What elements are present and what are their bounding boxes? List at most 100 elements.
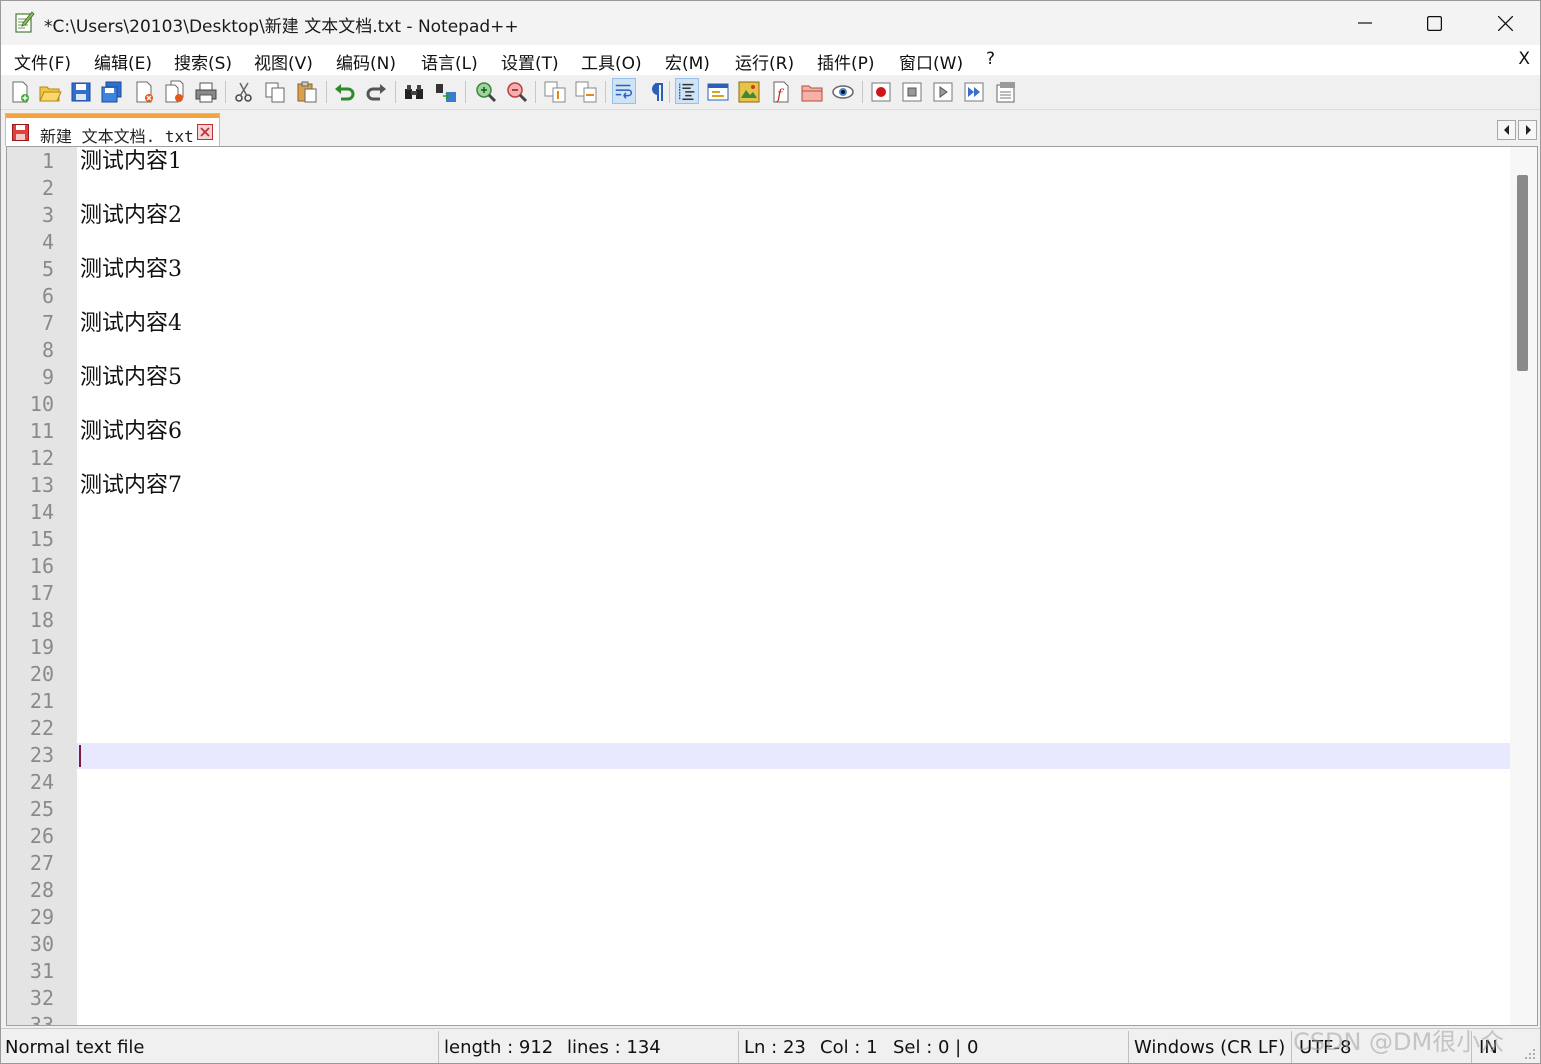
folder-workspace-icon[interactable]: [800, 80, 824, 104]
maximize-button[interactable]: [1399, 1, 1469, 45]
line-number: 4: [41, 230, 54, 254]
print-icon[interactable]: [194, 80, 218, 104]
line-number: 29: [29, 905, 54, 929]
line-number: 27: [29, 851, 54, 875]
line-number: 1: [41, 149, 54, 173]
play-macro-icon[interactable]: [931, 80, 955, 104]
sync-vertical-icon[interactable]: [543, 80, 567, 104]
unsaved-file-icon: [12, 124, 29, 141]
cut-icon[interactable]: [232, 80, 256, 104]
show-all-chars-icon[interactable]: [644, 80, 668, 104]
text-caret: [79, 745, 81, 767]
stop-record-icon[interactable]: [900, 80, 924, 104]
toolbar: f: [1, 75, 1540, 110]
scrollbar-thumb[interactable]: [1517, 175, 1528, 371]
menu-macro[interactable]: 宏(M): [665, 49, 710, 74]
line-number: 21: [29, 689, 54, 713]
menu-tools[interactable]: 工具(O): [581, 49, 642, 74]
text-editor[interactable]: 1 2 3 4 5 6 7 8 9 10 11 12 13 14 15 16 1…: [6, 146, 1538, 1026]
line-number: 3: [41, 203, 54, 227]
save-macro-icon[interactable]: [994, 80, 1018, 104]
menu-encoding[interactable]: 编码(N): [336, 49, 396, 74]
record-macro-icon[interactable]: [869, 80, 893, 104]
menu-language[interactable]: 语言(L): [421, 49, 478, 74]
save-all-icon[interactable]: [100, 80, 124, 104]
undo-icon[interactable]: [333, 80, 357, 104]
paste-icon[interactable]: [295, 80, 319, 104]
tab-close-icon[interactable]: [197, 124, 213, 140]
tab-bar: 新建 文本文档. txt: [1, 110, 1540, 146]
udl-icon[interactable]: [706, 80, 730, 104]
toolbar-separator: [535, 81, 536, 103]
replace-icon[interactable]: [434, 80, 458, 104]
tab-scroll-left-button[interactable]: [1497, 120, 1516, 140]
toolbar-separator: [225, 81, 226, 103]
status-divider: [738, 1031, 739, 1063]
line-number: 8: [41, 338, 54, 362]
line-number: 15: [29, 527, 54, 551]
toolbar-separator: [395, 81, 396, 103]
doc-map-icon[interactable]: [737, 80, 761, 104]
minimize-icon: [1358, 22, 1372, 24]
resize-grip-icon[interactable]: [1524, 1048, 1536, 1060]
line-number: 22: [29, 716, 54, 740]
menu-run[interactable]: 运行(R): [735, 49, 794, 74]
menu-view[interactable]: 视图(V): [254, 49, 313, 74]
code-line: 测试内容6: [80, 419, 182, 444]
menu-help[interactable]: ?: [986, 49, 995, 69]
save-icon[interactable]: [69, 80, 93, 104]
line-number: 28: [29, 878, 54, 902]
line-number: 2: [41, 176, 54, 200]
title-bar[interactable]: *C:\Users\20103\Desktop\新建 文本文档.txt - No…: [1, 1, 1540, 45]
minimize-button[interactable]: [1330, 1, 1400, 45]
close-all-icon[interactable]: [163, 80, 187, 104]
status-column: Col : 1: [820, 1037, 878, 1058]
menu-settings[interactable]: 设置(T): [501, 49, 559, 74]
tab-active-indicator: [6, 114, 219, 118]
status-selection: Sel : 0 | 0: [893, 1037, 979, 1058]
close-document-button[interactable]: X: [1518, 49, 1530, 69]
close-window-button[interactable]: [1470, 1, 1540, 45]
tab-document[interactable]: 新建 文本文档. txt: [5, 113, 220, 146]
maximize-icon: [1426, 15, 1442, 31]
menu-window[interactable]: 窗口(W): [899, 49, 963, 74]
sync-horizontal-icon[interactable]: [574, 80, 598, 104]
line-number: 18: [29, 608, 54, 632]
word-wrap-icon[interactable]: [612, 78, 636, 104]
line-number: 7: [41, 311, 54, 335]
open-file-icon[interactable]: [38, 80, 62, 104]
close-icon[interactable]: [132, 80, 156, 104]
line-number: 14: [29, 500, 54, 524]
tab-label: 新建 文本文档. txt: [40, 127, 194, 146]
line-number: 5: [41, 257, 54, 281]
zoom-out-icon[interactable]: [504, 80, 528, 104]
tab-scroll-right-button[interactable]: [1518, 120, 1537, 140]
line-number: 16: [29, 554, 54, 578]
line-number: 30: [29, 932, 54, 956]
monitoring-icon[interactable]: [831, 80, 855, 104]
run-macro-multiple-icon[interactable]: [962, 80, 986, 104]
line-number: 33: [29, 1013, 54, 1026]
menu-search[interactable]: 搜索(S): [174, 49, 232, 74]
menu-edit[interactable]: 编辑(E): [94, 49, 152, 74]
function-list-icon[interactable]: f: [769, 80, 793, 104]
line-number: 26: [29, 824, 54, 848]
toolbar-separator: [669, 81, 670, 103]
find-icon[interactable]: [402, 80, 426, 104]
code-line: 测试内容5: [80, 365, 182, 390]
menu-file[interactable]: 文件(F): [14, 49, 71, 74]
line-number: 24: [29, 770, 54, 794]
status-divider: [1128, 1031, 1129, 1063]
line-number: 6: [41, 284, 54, 308]
status-eol[interactable]: Windows (CR LF): [1134, 1037, 1285, 1058]
indent-guide-icon[interactable]: [675, 78, 699, 104]
copy-icon[interactable]: [263, 80, 287, 104]
code-line: 测试内容7: [80, 473, 182, 498]
line-number: 19: [29, 635, 54, 659]
zoom-in-icon[interactable]: [473, 80, 497, 104]
new-file-icon[interactable]: [8, 80, 32, 104]
menu-plugins[interactable]: 插件(P): [817, 49, 875, 74]
redo-icon[interactable]: [364, 80, 388, 104]
status-length: length : 912: [444, 1037, 554, 1058]
status-divider: [1291, 1031, 1292, 1063]
